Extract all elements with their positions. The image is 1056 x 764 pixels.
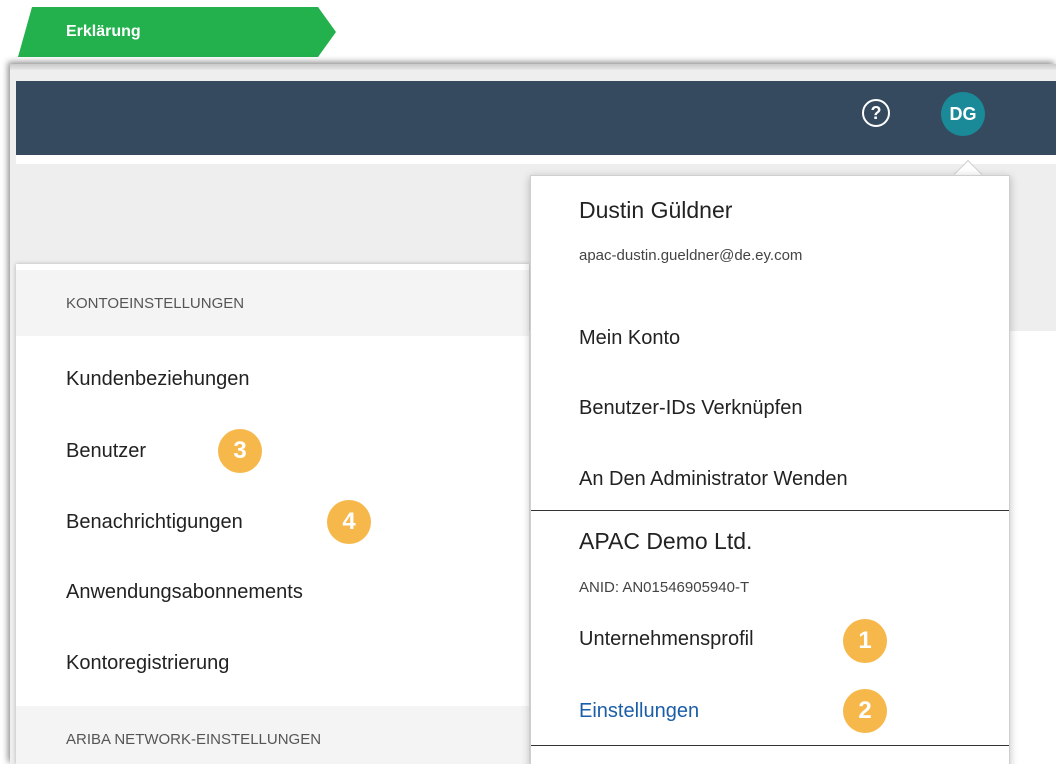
screenshot-frame: ? DG KONTOEINSTELLUNGEN Kundenbeziehunge… [10, 64, 1056, 764]
account-settings-header: KONTOEINSTELLUNGEN [16, 270, 529, 336]
menu-divider [531, 510, 1009, 511]
erklaerung-label: Erklärung [66, 23, 141, 40]
user-email: apac-dustin.gueldner@de.ey.com [579, 247, 803, 264]
my-account-link[interactable]: Mein Konto [579, 327, 680, 350]
menu-item-account-registration[interactable]: Kontoregistrierung [66, 652, 229, 675]
callout-badge-4: 4 [327, 500, 371, 544]
account-settings-menu: KONTOEINSTELLUNGEN Kundenbeziehungen Ben… [16, 264, 529, 764]
callout-badge-2: 2 [843, 689, 887, 733]
erklaerung-tag: Erklärung [18, 7, 336, 57]
help-icon[interactable]: ? [862, 99, 890, 127]
user-avatar-button[interactable]: DG [941, 92, 985, 136]
ariba-network-settings-header: ARIBA NETWORK-EINSTELLUNGEN [16, 706, 529, 764]
menu-item-customer-relationships[interactable]: Kundenbeziehungen [66, 368, 250, 391]
settings-link[interactable]: Einstellungen [579, 700, 699, 723]
user-dropdown-menu: Dustin Güldner apac-dustin.gueldner@de.e… [530, 175, 1010, 764]
menu-item-users[interactable]: Benutzer [66, 440, 146, 463]
user-name: Dustin Güldner [579, 197, 733, 223]
company-name: APAC Demo Ltd. [579, 528, 753, 554]
company-anid: ANID: AN01546905940-T [579, 579, 750, 596]
company-profile-link[interactable]: Unternehmensprofil [579, 628, 754, 651]
menu-item-application-subscriptions[interactable]: Anwendungsabonnements [66, 581, 303, 604]
callout-badge-1: 1 [843, 619, 887, 663]
contact-administrator-link[interactable]: An Den Administrator Wenden [579, 468, 848, 491]
menu-item-notifications[interactable]: Benachrichtigungen [66, 511, 243, 534]
top-navigation-bar [16, 81, 1056, 155]
menu-divider-bottom [531, 745, 1009, 746]
callout-badge-3: 3 [218, 429, 262, 473]
link-user-ids-link[interactable]: Benutzer-IDs Verknüpfen [579, 397, 802, 420]
